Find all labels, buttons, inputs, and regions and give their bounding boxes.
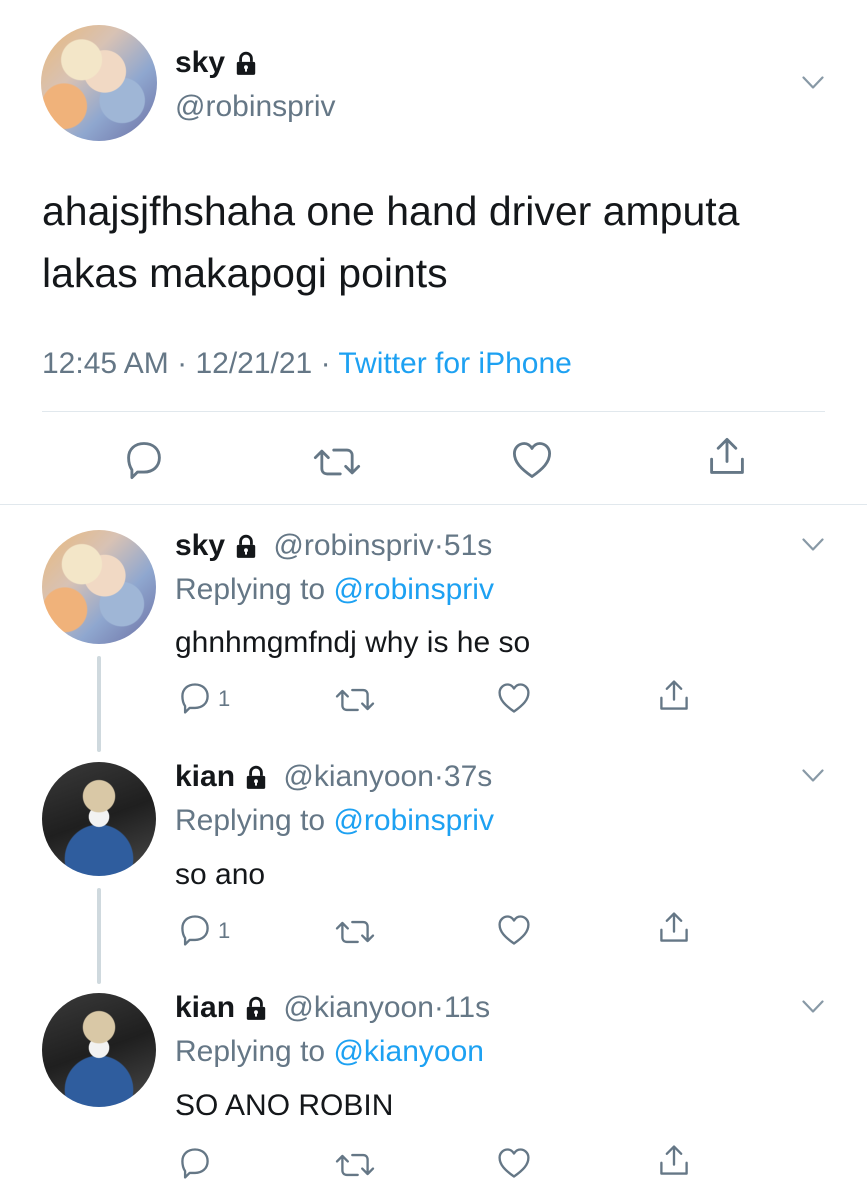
mention-link[interactable]: @robinspriv [333,573,494,606]
lock-icon [243,996,269,1022]
replying-to: Replying to @robinspriv [175,804,494,837]
thread-line [97,888,101,984]
chevron-down-icon[interactable] [802,1000,824,1014]
reply-icon[interactable] [177,680,213,716]
tweet-time[interactable]: 51s [444,529,492,562]
chevron-down-icon[interactable] [802,76,824,90]
tweet-text: ahajsjfhshaha one hand driver amputa lak… [42,188,740,296]
replying-to: Replying to @kianyoon [175,1035,484,1068]
retweet-icon[interactable] [333,1147,377,1183]
tweet-metadata: 12:45 AM · 12/21/21 · Twitter for iPhone [42,347,572,380]
avatar[interactable] [41,25,157,141]
tweet-time[interactable]: 37s [444,760,492,793]
display-name[interactable]: sky @robinspriv·51s [175,529,492,563]
user-handle[interactable]: @robinspriv [175,90,336,124]
tweet-date[interactable]: 12/21/21 [195,347,312,380]
reply-count: 1 [218,686,231,711]
user-handle[interactable]: @kianyoon [283,991,434,1024]
avatar[interactable] [42,993,156,1107]
mention-link[interactable]: @kianyoon [333,1035,484,1068]
thread-line [97,656,101,752]
lock-icon [233,51,259,77]
tweet-source[interactable]: Twitter for iPhone [338,347,571,380]
like-icon[interactable] [496,912,532,948]
avatar[interactable] [42,762,156,876]
like-icon[interactable] [510,438,554,482]
chevron-down-icon[interactable] [802,769,824,783]
user-handle[interactable]: @kianyoon [283,760,434,793]
divider [42,411,825,412]
tweet-time[interactable]: 11s [444,991,490,1024]
retweet-icon[interactable] [311,440,363,484]
lock-icon [233,534,259,560]
chevron-down-icon[interactable] [802,538,824,552]
share-icon[interactable] [705,435,749,479]
share-icon[interactable] [656,1143,692,1179]
reply-icon[interactable] [177,1145,213,1181]
share-icon[interactable] [656,910,692,946]
mention-link[interactable]: @robinspriv [333,804,494,837]
retweet-icon[interactable] [333,682,377,718]
display-name[interactable]: sky [175,46,259,80]
share-icon[interactable] [656,678,692,714]
avatar[interactable] [42,530,156,644]
tweet-time[interactable]: 12:45 AM [42,347,169,380]
tweet-text: so ano [175,858,266,891]
replying-to: Replying to @robinspriv [175,573,494,606]
like-icon[interactable] [496,1145,532,1181]
retweet-icon[interactable] [333,914,377,950]
like-icon[interactable] [496,680,532,716]
display-name[interactable]: kian @kianyoon·11s [175,991,490,1025]
divider [0,504,867,505]
reply-icon[interactable] [177,912,213,948]
tweet-text: SO ANO ROBIN [175,1089,394,1122]
lock-icon [243,765,269,791]
tweet-text: ghnhmgmfndj why is he so [175,626,531,659]
reply-icon[interactable] [122,438,166,482]
reply-count: 1 [218,918,231,943]
user-handle[interactable]: @robinspriv [273,529,434,562]
display-name[interactable]: kian @kianyoon·37s [175,760,492,794]
